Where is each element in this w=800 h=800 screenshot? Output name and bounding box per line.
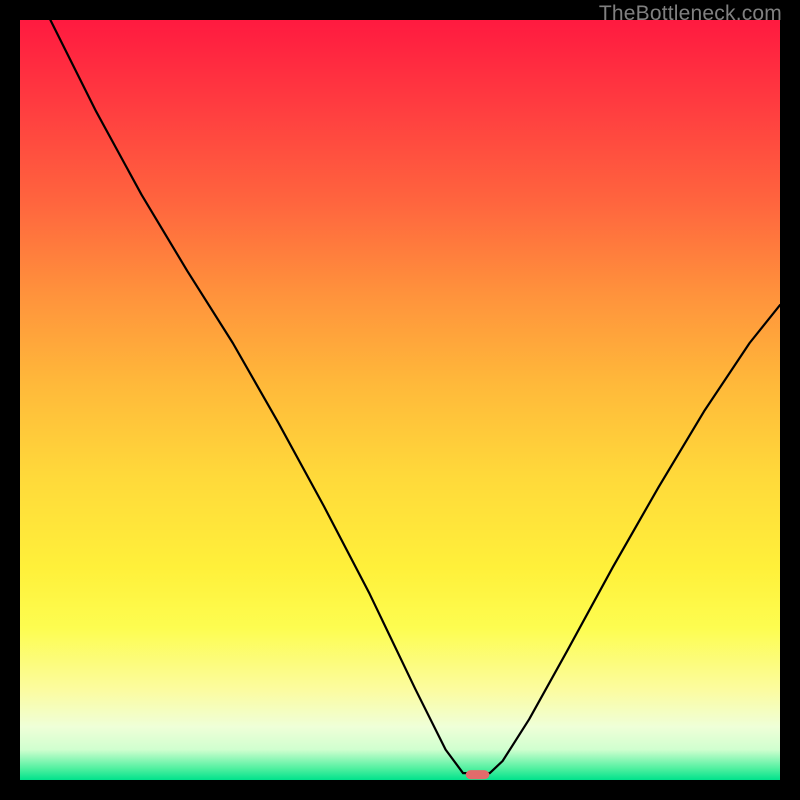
plot-area — [20, 20, 780, 780]
watermark-text: TheBottleneck.com — [599, 2, 782, 26]
bottleneck-curve — [20, 20, 780, 780]
chart-frame: TheBottleneck.com — [0, 0, 800, 800]
curve-line — [50, 20, 780, 773]
optimal-marker — [466, 770, 490, 779]
